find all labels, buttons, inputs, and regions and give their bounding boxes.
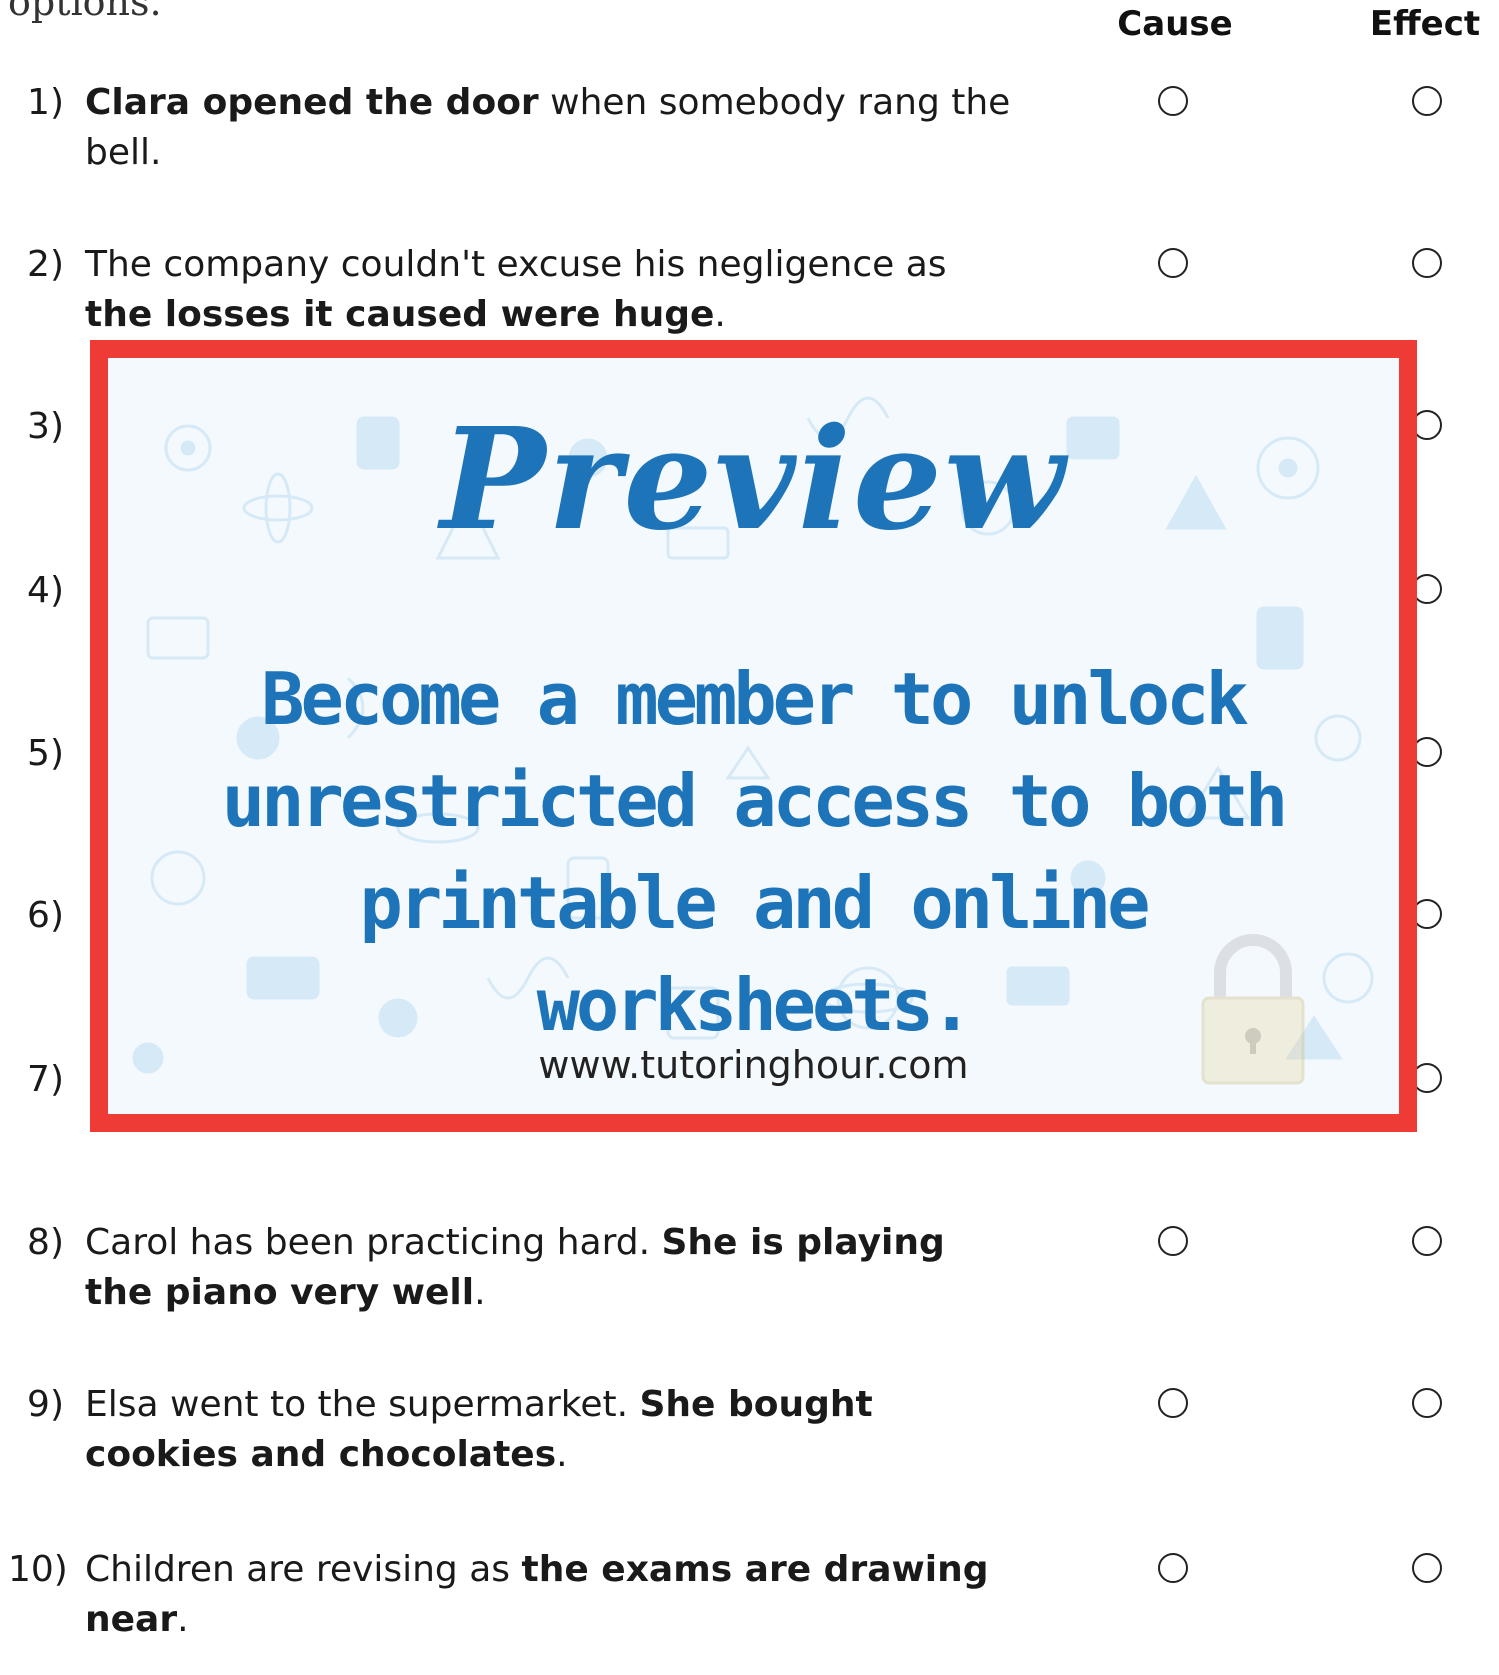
cause-radio[interactable] — [1158, 248, 1188, 278]
question-number: 10) — [8, 1549, 68, 1590]
question-text-plain: . — [474, 1272, 486, 1313]
question-text-plain: The company couldn't excuse his negligen… — [85, 244, 947, 285]
question-number: 7) — [27, 1059, 64, 1100]
preview-title: Preview — [440, 398, 1067, 562]
website-url: www.tutoringhour.com — [538, 1043, 969, 1087]
question-text: Elsa went to the supermarket. She bought… — [85, 1380, 1015, 1480]
effect-radio[interactable] — [1412, 86, 1442, 116]
question-row: 10) Children are revising as the exams ar… — [0, 1545, 1499, 1675]
question-text-bold: the losses it caused were huge — [85, 294, 715, 335]
instructions-fragment: options. — [8, 0, 162, 24]
cause-radio[interactable] — [1158, 1226, 1188, 1256]
column-header-cause: Cause — [1117, 4, 1233, 44]
question-number: 3) — [27, 406, 64, 447]
question-text: The company couldn't excuse his negligen… — [85, 240, 1015, 340]
question-text-plain: Children are revising as — [85, 1549, 522, 1590]
cause-radio[interactable] — [1158, 1388, 1188, 1418]
question-number: 2) — [27, 244, 64, 285]
question-number: 9) — [27, 1384, 64, 1425]
question-text: Clara opened the door when somebody rang… — [85, 78, 1015, 178]
membership-message: Become a member to unlock unrestricted a… — [221, 657, 1288, 1047]
question-text: Carol has been practicing hard. She is p… — [85, 1218, 1015, 1318]
question-text-plain: . — [556, 1434, 568, 1475]
preview-overlay: Preview Become a member to unlock unrest… — [90, 340, 1417, 1132]
cause-radio[interactable] — [1158, 1553, 1188, 1583]
question-number: 4) — [27, 570, 64, 611]
cause-radio[interactable] — [1158, 86, 1188, 116]
question-row: 1) Clara opened the door when somebody ra… — [0, 78, 1499, 208]
effect-radio[interactable] — [1412, 248, 1442, 278]
effect-radio[interactable] — [1412, 1388, 1442, 1418]
question-text-plain: . — [177, 1599, 189, 1640]
question-number: 5) — [27, 733, 64, 774]
question-number: 8) — [27, 1222, 64, 1263]
question-text: Children are revising as the exams are d… — [85, 1545, 1015, 1645]
effect-radio[interactable] — [1412, 1553, 1442, 1583]
question-row: 9) Elsa went to the supermarket. She boug… — [0, 1380, 1499, 1510]
question-text-plain: . — [714, 294, 726, 335]
question-row: 8) Carol has been practicing hard. She is… — [0, 1218, 1499, 1348]
effect-radio[interactable] — [1412, 1226, 1442, 1256]
question-number: 1) — [27, 82, 64, 123]
question-text-bold: Clara opened the door — [85, 82, 539, 123]
question-number: 6) — [27, 895, 64, 936]
column-header-effect: Effect — [1369, 4, 1481, 44]
question-text-plain: Elsa went to the supermarket. — [85, 1384, 640, 1425]
question-text-plain: Carol has been practicing hard. — [85, 1222, 662, 1263]
